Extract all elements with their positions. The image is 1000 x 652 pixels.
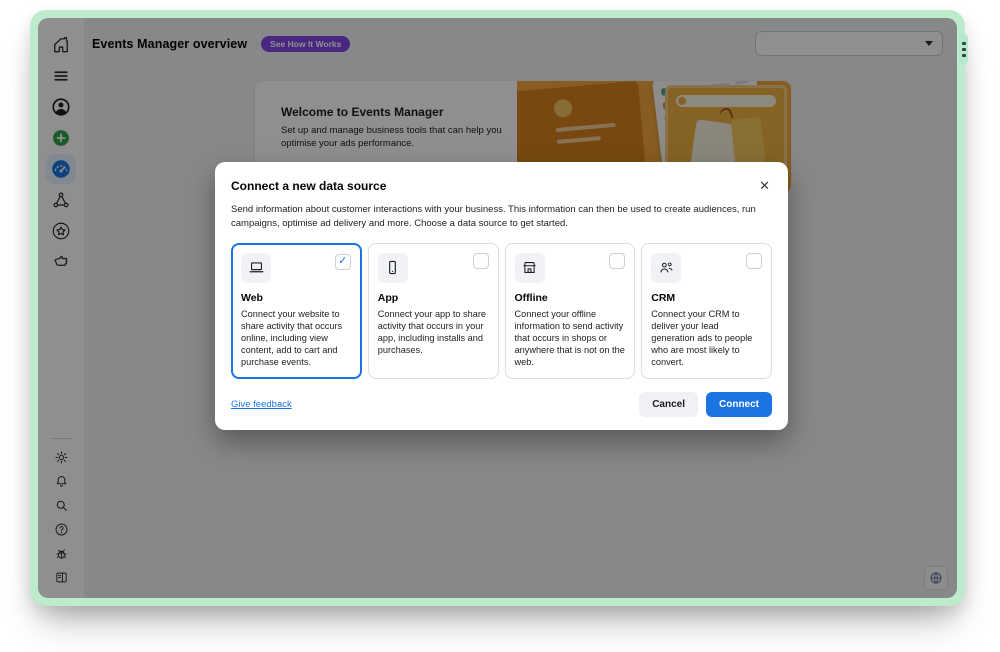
offline-checkbox[interactable] xyxy=(609,253,625,269)
card-description: Connect your offline information to send… xyxy=(515,308,626,369)
storefront-icon xyxy=(515,253,545,283)
screenshot-frame: Events Manager overview See How It Works… xyxy=(30,10,965,606)
card-description: Connect your app to share activity that … xyxy=(378,308,489,357)
app-window: Events Manager overview See How It Works… xyxy=(38,18,957,598)
data-source-card-crm[interactable]: CRM Connect your CRM to deliver your lea… xyxy=(641,243,772,379)
card-title: CRM xyxy=(651,292,762,304)
modal-title: Connect a new data source xyxy=(231,179,386,193)
card-title: Web xyxy=(241,292,352,304)
crm-checkbox[interactable] xyxy=(746,253,762,269)
connect-button[interactable]: Connect xyxy=(706,392,772,417)
mobile-icon xyxy=(378,253,408,283)
frame-handle xyxy=(959,34,968,64)
check-icon: ✓ xyxy=(338,256,347,267)
modal-header: Connect a new data source ✕ xyxy=(231,177,772,194)
people-icon xyxy=(651,253,681,283)
data-source-card-app[interactable]: App Connect your app to share activity t… xyxy=(368,243,499,379)
data-source-card-offline[interactable]: Offline Connect your offline information… xyxy=(505,243,636,379)
connect-data-source-modal: Connect a new data source ✕ Send informa… xyxy=(215,162,788,430)
card-description: Connect your CRM to deliver your lead ge… xyxy=(651,308,762,369)
close-icon[interactable]: ✕ xyxy=(757,177,772,194)
card-description: Connect your website to share activity t… xyxy=(241,308,352,369)
data-source-cards: ✓ Web Connect your website to share acti… xyxy=(231,243,772,379)
card-title: Offline xyxy=(515,292,626,304)
laptop-icon xyxy=(241,253,271,283)
modal-description: Send information about customer interact… xyxy=(231,203,772,232)
cancel-button[interactable]: Cancel xyxy=(639,392,698,417)
modal-footer: Give feedback Cancel Connect xyxy=(231,392,772,417)
data-source-card-web[interactable]: ✓ Web Connect your website to share acti… xyxy=(231,243,362,379)
give-feedback-link[interactable]: Give feedback xyxy=(231,399,292,410)
app-checkbox[interactable] xyxy=(473,253,489,269)
card-title: App xyxy=(378,292,489,304)
web-checkbox[interactable]: ✓ xyxy=(335,254,351,270)
